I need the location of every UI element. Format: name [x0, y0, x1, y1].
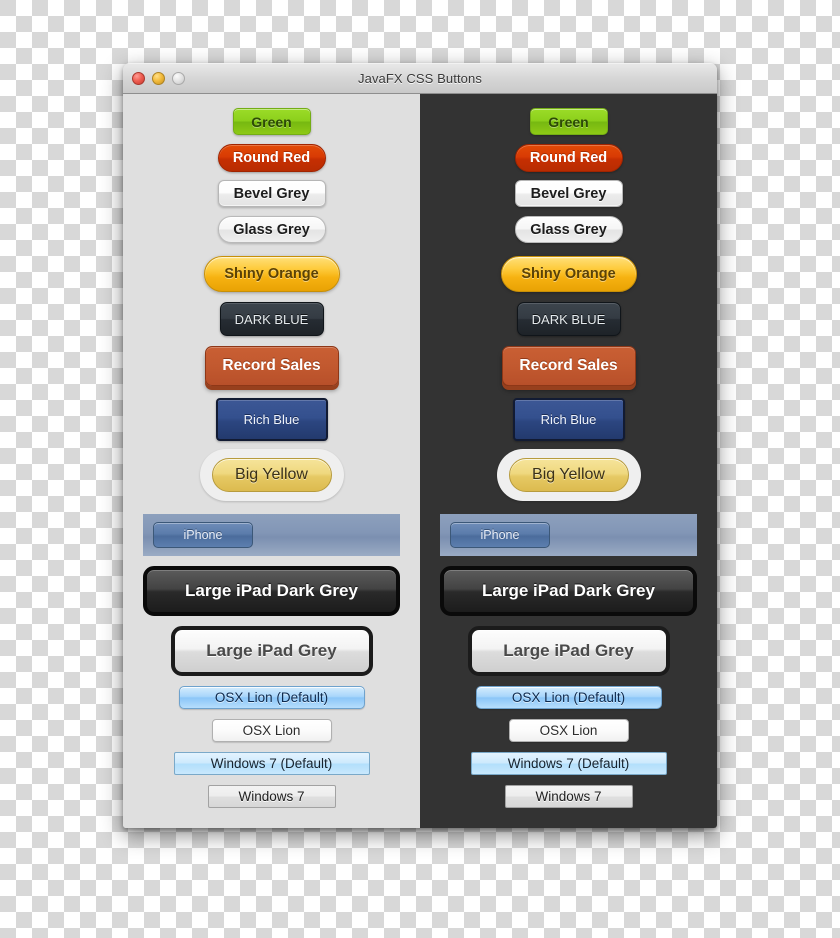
row-osx-default-dark: OSX Lion (Default)	[420, 686, 717, 709]
button-glass-grey-light[interactable]: Glass Grey	[217, 216, 326, 243]
button-ipad-dark-grey-dark[interactable]: Large iPad Dark Grey	[440, 566, 697, 616]
row-shiny-orange-dark: Shiny Orange	[420, 256, 717, 292]
iphone-strip-light: iPhone	[143, 514, 400, 556]
row-win-default-dark: Windows 7 (Default)	[420, 752, 717, 775]
row-round-red-dark: Round Red	[420, 144, 717, 172]
window-titlebar[interactable]: JavaFX CSS Buttons	[123, 63, 717, 94]
row-win-dark: Windows 7	[420, 785, 717, 808]
button-windows7-default-dark[interactable]: Windows 7 (Default)	[470, 752, 667, 775]
button-bevel-grey-light[interactable]: Bevel Grey	[217, 180, 326, 207]
row-dark-blue-dark: DARK BLUE	[420, 302, 717, 336]
button-shiny-orange-dark[interactable]: Shiny Orange	[500, 256, 637, 292]
button-iphone-light[interactable]: iPhone	[153, 522, 253, 548]
button-green-dark[interactable]: Green	[529, 108, 608, 135]
button-windows7-light[interactable]: Windows 7	[207, 785, 336, 808]
row-osx-dark: OSX Lion	[420, 719, 717, 742]
row-iphone-dark: iPhone	[420, 514, 717, 556]
row-iphone-light: iPhone	[123, 514, 420, 556]
button-glass-grey-dark[interactable]: Glass Grey	[514, 216, 623, 243]
row-record-sales-dark: Record Sales	[420, 346, 717, 390]
button-dark-blue-light[interactable]: DARK BLUE	[219, 302, 324, 336]
window-title: JavaFX CSS Buttons	[358, 71, 482, 86]
row-rich-blue-light: Rich Blue	[123, 398, 420, 441]
button-green-light[interactable]: Green	[232, 108, 311, 135]
big-yellow-halo-dark: Big Yellow	[496, 449, 641, 501]
button-bevel-grey-dark[interactable]: Bevel Grey	[514, 180, 623, 207]
button-round-red-dark[interactable]: Round Red	[514, 144, 623, 172]
button-ipad-grey-light[interactable]: Large iPad Grey	[170, 626, 373, 676]
row-ipad-dark-dark: Large iPad Dark Grey	[420, 566, 717, 616]
row-big-yellow-dark: Big Yellow	[420, 449, 717, 501]
row-green-dark: Green	[420, 108, 717, 135]
row-rich-blue-dark: Rich Blue	[420, 398, 717, 441]
button-big-yellow-light[interactable]: Big Yellow	[211, 458, 332, 492]
button-big-yellow-dark[interactable]: Big Yellow	[508, 458, 629, 492]
row-osx-light: OSX Lion	[123, 719, 420, 742]
big-yellow-halo-light: Big Yellow	[199, 449, 344, 501]
button-round-red-light[interactable]: Round Red	[217, 144, 326, 172]
button-windows7-default-light[interactable]: Windows 7 (Default)	[173, 752, 370, 775]
iphone-strip-dark: iPhone	[440, 514, 697, 556]
button-shiny-orange-light[interactable]: Shiny Orange	[203, 256, 340, 292]
button-record-sales-dark[interactable]: Record Sales	[501, 346, 636, 386]
row-green-light: Green	[123, 108, 420, 135]
app-window: JavaFX CSS Buttons Green Round Red Bevel…	[123, 63, 717, 828]
button-osx-lion-dark[interactable]: OSX Lion	[508, 719, 629, 742]
button-ipad-grey-dark[interactable]: Large iPad Grey	[467, 626, 670, 676]
button-record-sales-light[interactable]: Record Sales	[204, 346, 339, 386]
row-ipad-grey-light: Large iPad Grey	[123, 626, 420, 676]
panel-container: Green Round Red Bevel Grey Glass Grey Sh…	[123, 94, 717, 828]
row-ipad-dark-light: Large iPad Dark Grey	[123, 566, 420, 616]
light-theme-panel: Green Round Red Bevel Grey Glass Grey Sh…	[123, 94, 420, 828]
row-win-default-light: Windows 7 (Default)	[123, 752, 420, 775]
row-shiny-orange-light: Shiny Orange	[123, 256, 420, 292]
row-big-yellow-light: Big Yellow	[123, 449, 420, 501]
button-ipad-dark-grey-light[interactable]: Large iPad Dark Grey	[143, 566, 400, 616]
button-dark-blue-dark[interactable]: DARK BLUE	[516, 302, 621, 336]
row-ipad-grey-dark: Large iPad Grey	[420, 626, 717, 676]
dark-theme-panel: Green Round Red Bevel Grey Glass Grey Sh…	[420, 94, 717, 828]
button-rich-blue-light[interactable]: Rich Blue	[215, 398, 328, 441]
button-rich-blue-dark[interactable]: Rich Blue	[512, 398, 625, 441]
row-bevel-grey-dark: Bevel Grey	[420, 180, 717, 207]
row-dark-blue-light: DARK BLUE	[123, 302, 420, 336]
button-osx-lion-default-dark[interactable]: OSX Lion (Default)	[475, 686, 662, 709]
row-bevel-grey-light: Bevel Grey	[123, 180, 420, 207]
button-osx-lion-light[interactable]: OSX Lion	[211, 719, 332, 742]
row-record-sales-light: Record Sales	[123, 346, 420, 390]
row-win-light: Windows 7	[123, 785, 420, 808]
button-windows7-dark[interactable]: Windows 7	[504, 785, 633, 808]
row-osx-default-light: OSX Lion (Default)	[123, 686, 420, 709]
button-osx-lion-default-light[interactable]: OSX Lion (Default)	[178, 686, 365, 709]
button-iphone-dark[interactable]: iPhone	[450, 522, 550, 548]
row-glass-grey-dark: Glass Grey	[420, 216, 717, 243]
row-round-red-light: Round Red	[123, 144, 420, 172]
row-glass-grey-light: Glass Grey	[123, 216, 420, 243]
